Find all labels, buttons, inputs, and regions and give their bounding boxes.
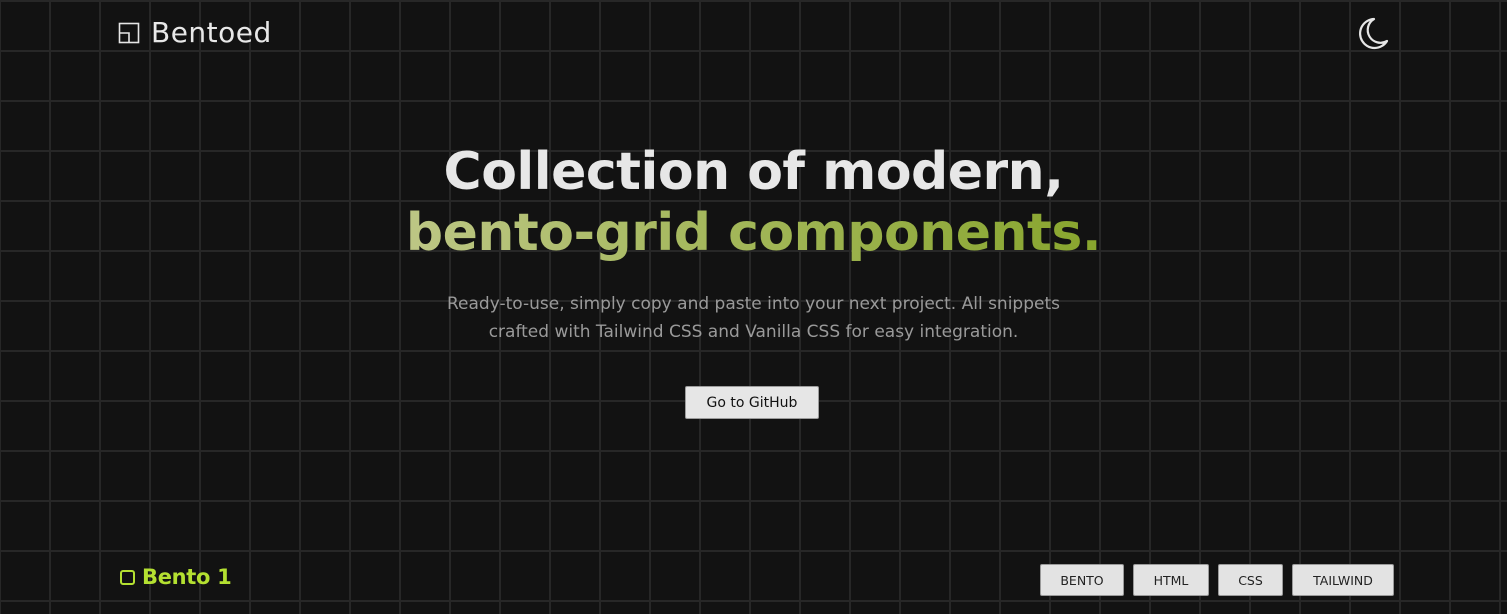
- hero-subtitle: Ready-to-use, simply copy and paste into…: [404, 290, 1104, 346]
- hero-section: Collection of modern, bento-grid compone…: [0, 142, 1507, 346]
- tag-list: BENTO HTML CSS TAILWIND: [1040, 564, 1394, 596]
- tag-css[interactable]: CSS: [1218, 564, 1283, 596]
- tag-html[interactable]: HTML: [1133, 564, 1209, 596]
- tag-tailwind[interactable]: TAILWIND: [1292, 564, 1394, 596]
- go-to-github-button[interactable]: Go to GitHub: [685, 386, 819, 419]
- subtitle-line-2: crafted with Tailwind CSS and Vanilla CS…: [488, 322, 1019, 342]
- tag-bento[interactable]: BENTO: [1040, 564, 1124, 596]
- headline-line-2: bento-grid components.: [0, 203, 1507, 264]
- brand-name: Bentoed: [151, 16, 272, 49]
- headline-line-1: Collection of modern,: [443, 142, 1064, 202]
- hero-headline: Collection of modern, bento-grid compone…: [0, 142, 1507, 264]
- moon-icon: [1359, 17, 1389, 50]
- section-title: Bento 1: [120, 565, 232, 589]
- layout-square-icon: [118, 22, 140, 43]
- subtitle-line-1: Ready-to-use, simply copy and paste into…: [447, 294, 1060, 314]
- square-icon: [120, 569, 135, 585]
- brand-logo[interactable]: Bentoed: [117, 16, 272, 49]
- theme-toggle-button[interactable]: [1352, 14, 1392, 54]
- section-title-label: Bento 1: [142, 565, 232, 589]
